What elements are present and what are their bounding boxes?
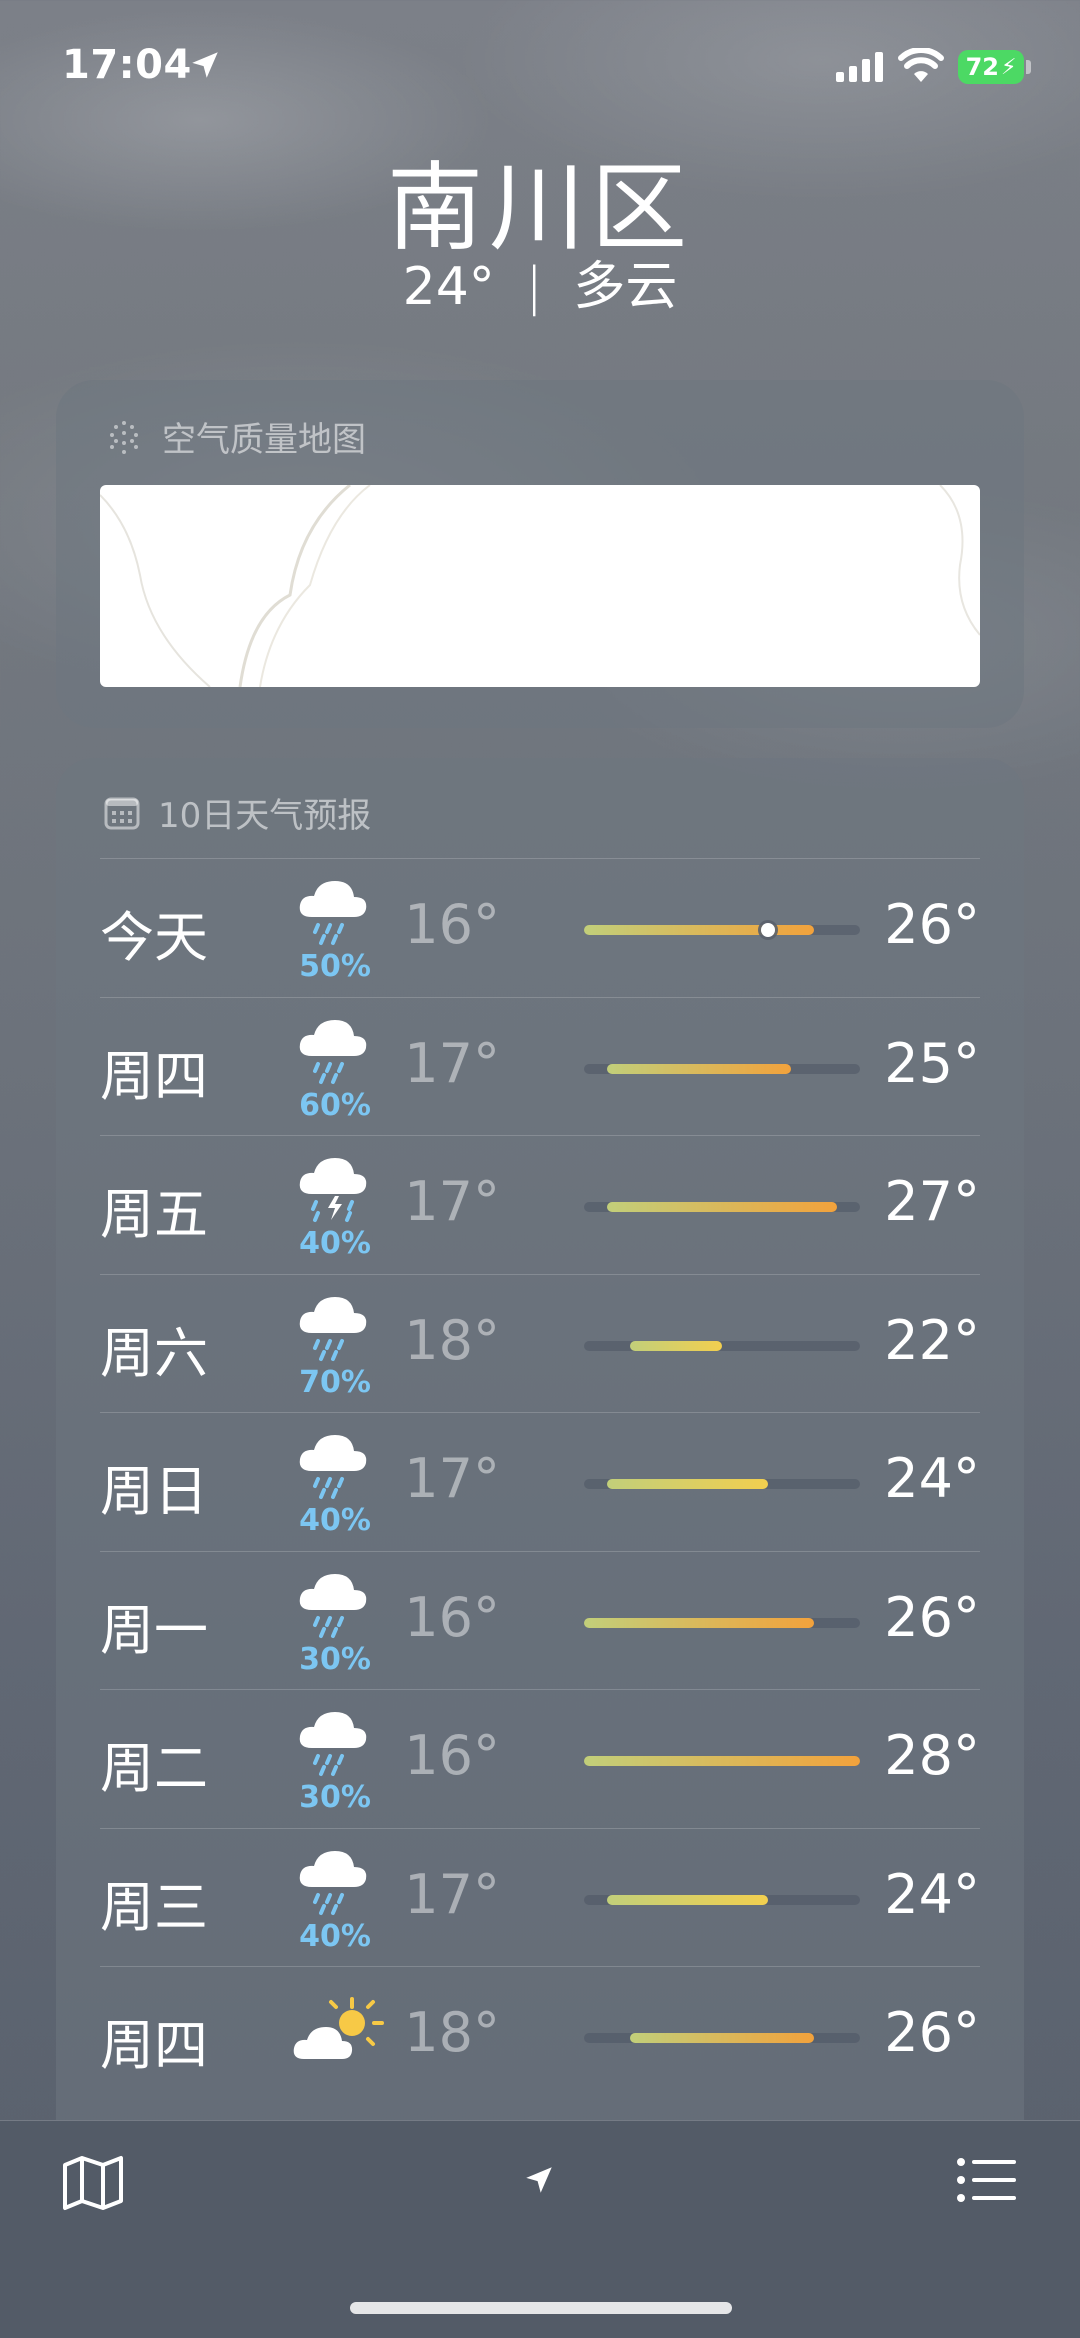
high-temp: 22° [884, 1308, 980, 1372]
high-temp: 26° [884, 1585, 980, 1649]
precip-chance: 50% [299, 949, 371, 984]
map-icon[interactable] [62, 2155, 124, 2211]
forecast-row[interactable]: 今天 50% 16° 26° [100, 858, 980, 997]
high-temp: 24° [884, 1447, 980, 1510]
temp-range-track [584, 1479, 860, 1489]
forecast-title: 10日天气预报 [158, 796, 372, 836]
forecast-day: 今天 [100, 906, 208, 969]
precip-chance: 30% [299, 1641, 371, 1677]
forecast-card: 10日天气预报 今天 50% 16° 26° 周四 60% 17° 25° 周五 40% 17° 27… [56, 758, 1024, 2158]
temp-range-track [584, 1340, 860, 1351]
cellular-signal-icon [836, 52, 883, 82]
precip-chance: 70% [299, 1364, 371, 1400]
low-temp: 17° [404, 1447, 500, 1510]
forecast-day: 周四 [100, 1044, 208, 1108]
temp-range-bar [584, 1617, 814, 1628]
high-temp: 24° [884, 1862, 980, 1926]
forecast-day: 周一 [100, 1598, 208, 1662]
air-quality-map[interactable] [100, 485, 980, 687]
status-time: 17:04 [62, 42, 192, 88]
temp-range-bar [607, 1479, 768, 1489]
battery-tip [1026, 60, 1031, 74]
high-temp: 27° [884, 1170, 980, 1233]
forecast-day: 周日 [100, 1460, 208, 1523]
current-condition: 多云 [573, 257, 678, 317]
temp-range-bar [630, 2033, 814, 2043]
forecast-row[interactable]: 周四 60% 17° 25° [100, 996, 980, 1136]
low-temp: 17° [404, 1031, 500, 1095]
low-temp: 16° [404, 1585, 500, 1649]
low-temp: 18° [404, 2001, 500, 2064]
forecast-day: 周五 [100, 1183, 208, 1246]
temp-range-bar [607, 1063, 791, 1074]
low-temp: 16° [404, 1724, 500, 1787]
temp-range-track [584, 1756, 860, 1766]
temp-range-bar [607, 1894, 768, 1905]
air-quality-title: 空气质量地图 [162, 420, 366, 460]
forecast-row[interactable]: 周一 30% 16° 26° [100, 1550, 980, 1690]
air-quality-dots-icon [110, 420, 138, 454]
low-temp: 17° [404, 1862, 500, 1926]
precip-chance: 30% [299, 1780, 371, 1815]
temp-range-track [584, 1617, 860, 1628]
wifi-icon [898, 48, 944, 82]
calendar-icon [104, 797, 140, 829]
conditions-divider: | [525, 257, 543, 317]
partly-sunny-icon [290, 1993, 384, 2093]
precip-chance: 40% [299, 1918, 371, 1954]
forecast-row[interactable]: 周四 18° 26° [100, 1966, 980, 2105]
forecast-day: 周三 [100, 1875, 208, 1939]
low-temp: 17° [404, 1170, 500, 1233]
precip-chance: 40% [299, 1503, 371, 1538]
status-bar: 17:04 72 ⚡ [0, 0, 1080, 130]
current-conditions: 24° | 多云 [0, 244, 1080, 319]
location-arrow-icon[interactable] [522, 2163, 556, 2197]
battery-indicator: 72 ⚡ [958, 50, 1024, 84]
forecast-row[interactable]: 周二 30% 16° 28° [100, 1689, 980, 1828]
high-temp: 26° [884, 893, 980, 956]
current-temp: 24° [402, 257, 495, 317]
temp-range-bar [584, 1756, 860, 1766]
forecast-row[interactable]: 周三 40% 17° 24° [100, 1827, 980, 1967]
list-icon[interactable] [956, 2157, 1018, 2203]
home-indicator[interactable] [350, 2302, 732, 2314]
forecast-day: 周四 [100, 2014, 208, 2077]
temp-range-bar [607, 1202, 837, 1212]
charging-bolt-icon: ⚡ [1000, 54, 1017, 80]
current-temp-dot [761, 923, 775, 937]
temp-range-bar [630, 1340, 722, 1351]
location-services-icon [192, 52, 218, 78]
air-quality-card[interactable]: 空气质量地图 [56, 380, 1024, 728]
temp-range-track [584, 1063, 860, 1074]
high-temp: 26° [884, 2001, 980, 2064]
high-temp: 28° [884, 1724, 980, 1787]
precip-chance: 60% [299, 1087, 371, 1123]
forecast-header: 10日天气预报 [104, 788, 371, 837]
low-temp: 18° [404, 1308, 500, 1372]
forecast-day: 周二 [100, 1737, 208, 1800]
high-temp: 25° [884, 1031, 980, 1095]
temp-range-bar [584, 925, 814, 935]
low-temp: 16° [404, 893, 500, 956]
forecast-row[interactable]: 周六 70% 18° 22° [100, 1273, 980, 1413]
temp-range-track [584, 1894, 860, 1905]
precip-chance: 40% [299, 1226, 371, 1261]
forecast-day: 周六 [100, 1321, 208, 1385]
temp-range-track [584, 1202, 860, 1212]
battery-level: 72 [965, 53, 999, 81]
map-roads [100, 485, 980, 687]
temp-range-track [584, 2033, 860, 2043]
forecast-row[interactable]: 周五 40% 17° 27° [100, 1135, 980, 1274]
forecast-row[interactable]: 周日 40% 17° 24° [100, 1412, 980, 1551]
temp-range-track [584, 923, 860, 937]
air-quality-header: 空气质量地图 [104, 412, 366, 461]
